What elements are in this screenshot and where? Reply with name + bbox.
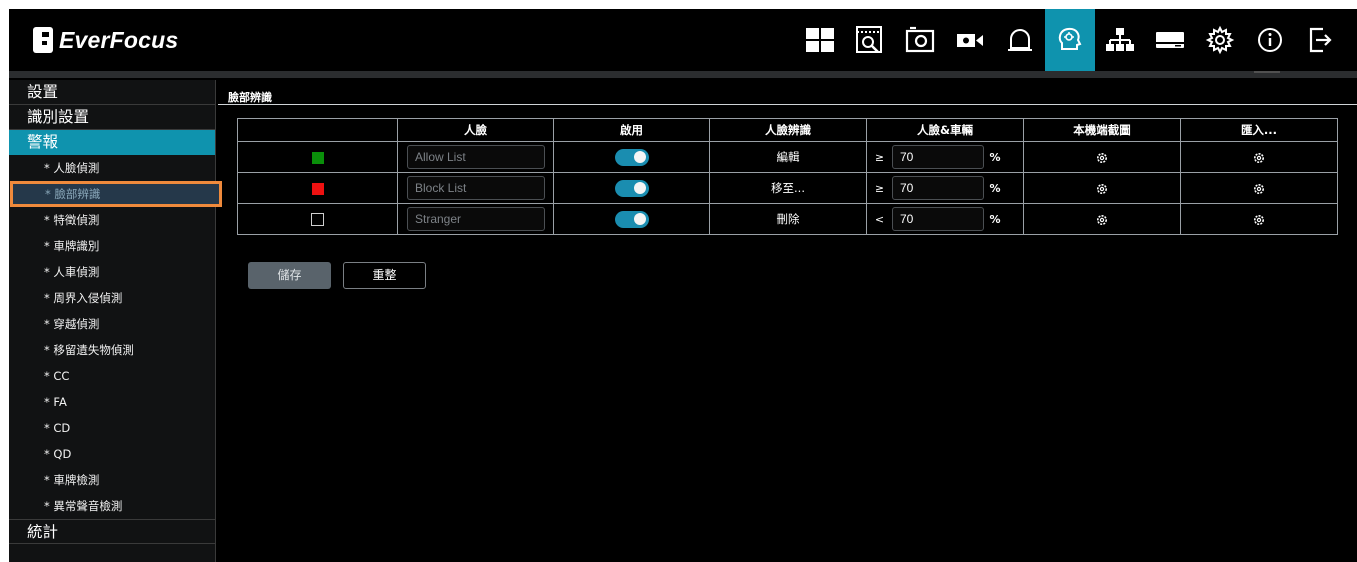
sidebar-item-cd[interactable]: * CD	[9, 415, 215, 441]
table-row: Allow List 編輯 ≥70%	[237, 141, 1338, 173]
sidebar-item-plate-recognition[interactable]: * 車牌識別	[9, 233, 215, 259]
ai-head-icon[interactable]	[1045, 9, 1095, 71]
col-header-import: 匯入...	[1180, 118, 1338, 142]
enable-toggle[interactable]	[614, 179, 649, 197]
list-name-input[interactable]: Block List	[407, 176, 545, 200]
enable-toggle[interactable]	[614, 148, 649, 166]
reset-button[interactable]: 重整	[343, 262, 426, 289]
color-swatch[interactable]	[311, 213, 324, 226]
table-row: Block List 移至... ≥70%	[237, 172, 1338, 204]
save-button[interactable]: 儲存	[248, 262, 331, 289]
sidebar-cat-statistics[interactable]: 統計	[9, 519, 215, 544]
import-settings-icon[interactable]	[1253, 152, 1265, 164]
enable-toggle[interactable]	[614, 210, 649, 228]
settings-gear-icon[interactable]	[1195, 9, 1245, 71]
col-header-local-snapshot: 本機端截圖	[1023, 118, 1181, 142]
header-divider-accent	[1254, 71, 1280, 73]
app-window: EverFocus 設置 識別設置 警報 * 人臉偵測 * 臉部辨識 * 特徵偵…	[9, 9, 1357, 562]
col-header-enable: 啟用	[553, 118, 710, 142]
sidebar-item-plate-detection[interactable]: * 車牌檢測	[9, 467, 215, 493]
toggle-knob	[633, 151, 646, 163]
percent-label: %	[989, 150, 1001, 164]
sidebar-item-human-vehicle[interactable]: * 人車偵測	[9, 259, 215, 285]
sidebar-cat-alarm[interactable]: 警報	[9, 130, 215, 155]
sidebar-cat-settings[interactable]: 設置	[9, 80, 215, 105]
snapshot-settings-icon[interactable]	[1096, 214, 1108, 226]
percent-label: %	[989, 181, 1001, 195]
sidebar-item-object-left-lost[interactable]: * 移留遺失物偵測	[9, 337, 215, 363]
snapshot-settings-icon[interactable]	[1096, 152, 1108, 164]
brand-name: EverFocus	[59, 26, 179, 53]
sidebar-item-sound-detection[interactable]: * 異常聲音檢測	[9, 493, 215, 519]
list-name-input[interactable]: Stranger	[407, 207, 545, 231]
top-bar: EverFocus	[9, 9, 1357, 71]
color-swatch[interactable]	[311, 182, 324, 195]
header-divider	[9, 71, 1357, 78]
table-header-row: 人臉 啟用 人臉辨識 人臉&車輛 本機端截圖 匯入...	[237, 118, 1338, 142]
page-title: 臉部辨識	[228, 91, 272, 104]
info-icon[interactable]	[1245, 9, 1295, 71]
brand-logo-mark	[33, 27, 53, 53]
sidebar-item-line-crossing[interactable]: * 穿越偵測	[9, 311, 215, 337]
import-settings-icon[interactable]	[1253, 183, 1265, 195]
percent-label: %	[989, 212, 1001, 226]
sidebar-cat-recognition-settings[interactable]: 識別設置	[9, 105, 215, 130]
sidebar-item-qd[interactable]: * QD	[9, 441, 215, 467]
threshold-operator[interactable]: ≥	[867, 151, 892, 164]
snapshot-settings-icon[interactable]	[1096, 183, 1108, 195]
playback-search-icon[interactable]	[845, 9, 895, 71]
toggle-knob	[633, 182, 646, 194]
title-divider	[218, 104, 1357, 105]
color-swatch[interactable]	[311, 151, 324, 164]
col-header-threshold: 人臉&車輛	[866, 118, 1024, 142]
sidebar-item-feature-detection[interactable]: * 特徵偵測	[9, 207, 215, 233]
threshold-operator[interactable]: <	[867, 213, 892, 226]
threshold-input[interactable]: 70	[892, 207, 984, 231]
col-header-recognition: 人臉辨識	[709, 118, 867, 142]
storage-drive-icon[interactable]	[1145, 9, 1195, 71]
list-name-input[interactable]: Allow List	[407, 145, 545, 169]
network-icon[interactable]	[1095, 9, 1145, 71]
import-settings-icon[interactable]	[1253, 214, 1265, 226]
snapshot-camera-icon[interactable]	[895, 9, 945, 71]
brand-logo: EverFocus	[33, 25, 178, 55]
video-camera-icon[interactable]	[945, 9, 995, 71]
layout-grid-icon[interactable]	[795, 9, 845, 71]
toggle-knob	[633, 213, 646, 225]
logout-icon[interactable]	[1295, 9, 1345, 71]
alarm-bell-icon[interactable]	[995, 9, 1045, 71]
face-list-table: 人臉 啟用 人臉辨識 人臉&車輛 本機端截圖 匯入... Allow List …	[237, 118, 1338, 235]
toolbar-icons	[795, 9, 1345, 71]
threshold-operator[interactable]: ≥	[867, 182, 892, 195]
action-delete[interactable]: 刪除	[709, 203, 867, 235]
sidebar-item-perimeter[interactable]: * 周界入侵偵測	[9, 285, 215, 311]
sidebar-item-face-detection[interactable]: * 人臉偵測	[9, 155, 215, 181]
threshold-input[interactable]: 70	[892, 176, 984, 200]
sidebar-item-cc[interactable]: * CC	[9, 363, 215, 389]
sidebar-item-fa[interactable]: * FA	[9, 389, 215, 415]
action-edit[interactable]: 編輯	[709, 141, 867, 173]
sidebar-item-face-recognition[interactable]: * 臉部辨識	[10, 181, 222, 207]
col-header-color	[237, 118, 398, 142]
table-row: Stranger 刪除 <70%	[237, 203, 1338, 235]
threshold-input[interactable]: 70	[892, 145, 984, 169]
col-header-face: 人臉	[397, 118, 554, 142]
action-move-to[interactable]: 移至...	[709, 172, 867, 204]
sidebar: 設置 識別設置 警報 * 人臉偵測 * 臉部辨識 * 特徵偵測 * 車牌識別 *…	[9, 80, 222, 562]
